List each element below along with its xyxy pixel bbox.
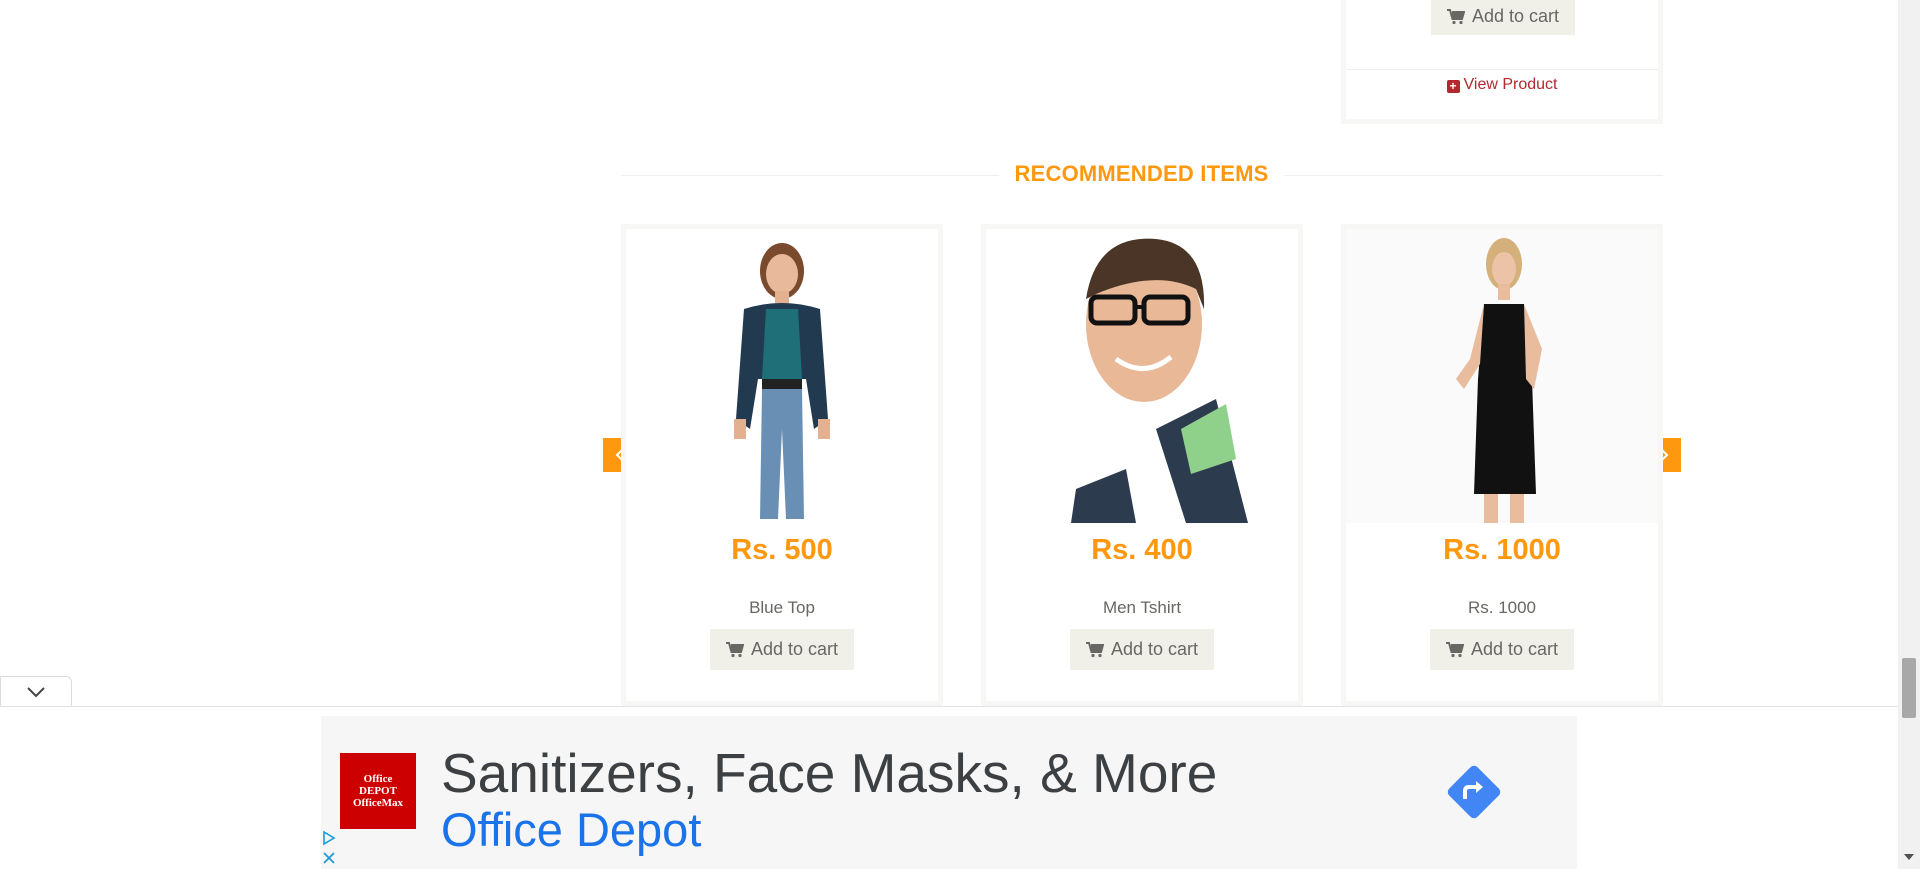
scrollbar-thumb[interactable] (1902, 658, 1916, 718)
shopping-cart-icon (725, 641, 744, 657)
product-price: Rs. 400 (1091, 534, 1193, 566)
recommended-product-card: Rs. 500 Blue Top Add to cart (621, 224, 943, 706)
recommended-items-heading: RECOMMENDED ITEMS (1014, 161, 1269, 186)
shopping-cart-icon (1085, 641, 1104, 657)
heading-line-left (621, 175, 999, 176)
shopping-cart-icon (1445, 641, 1464, 657)
close-icon[interactable] (321, 850, 337, 866)
add-to-cart-button[interactable]: Add to cart (710, 629, 854, 670)
add-to-cart-label: Add to cart (1471, 6, 1560, 26)
page: Add to cart + View Product RECOMMENDED IT… (0, 0, 1920, 869)
product-price: Rs. 500 (731, 534, 833, 566)
product-price: Rs. 1000 (1443, 534, 1561, 566)
view-product-label: View Product (1463, 76, 1558, 93)
product-image-blue-top[interactable] (626, 229, 938, 523)
add-to-cart-label: Add to cart (1470, 639, 1559, 659)
product-image-men-tshirt[interactable] (986, 229, 1298, 523)
product-name: Blue Top (749, 598, 815, 617)
directions-arrow-icon[interactable] (1443, 761, 1505, 823)
ad-container: Office DEPOT OfficeMax Sanitizers, Face … (0, 707, 1898, 869)
adchoices-icon[interactable] (321, 830, 337, 846)
heading-line-right (1284, 175, 1663, 176)
add-to-cart-label: Add to cart (1110, 639, 1199, 659)
ad-collapse-button[interactable] (0, 676, 72, 706)
add-to-cart-button[interactable]: Add to cart (1431, 0, 1575, 35)
chevron-down-icon (27, 686, 45, 697)
ad-headline[interactable]: Sanitizers, Face Masks, & More (441, 741, 1217, 805)
ad-banner[interactable]: Office DEPOT OfficeMax Sanitizers, Face … (321, 716, 1577, 869)
product-card-partial: Add to cart + View Product (1341, 0, 1663, 124)
scroll-down-arrow-icon[interactable] (1903, 852, 1915, 862)
card-divider (1346, 69, 1658, 70)
product-image-dress[interactable] (1346, 229, 1658, 523)
recommended-product-card: Rs. 1000 Rs. 1000 Add to cart (1341, 224, 1663, 706)
ad-brand-link[interactable]: Office Depot (441, 802, 701, 857)
shopping-cart-icon (1446, 8, 1465, 24)
office-depot-logo[interactable]: Office DEPOT OfficeMax (340, 753, 416, 829)
product-name: Men Tshirt (1102, 598, 1182, 617)
product-name: Rs. 1000 (1467, 598, 1537, 617)
recommended-product-card: Rs. 400 Men Tshirt Add to cart (981, 224, 1303, 706)
add-to-cart-button[interactable]: Add to cart (1070, 629, 1214, 670)
add-to-cart-button[interactable]: Add to cart (1430, 629, 1574, 670)
ad-logo-text: Office DEPOT OfficeMax (352, 773, 404, 809)
scrollbar[interactable] (1898, 0, 1920, 869)
plus-square-icon: + (1446, 80, 1460, 93)
view-product-link[interactable]: + View Product (1346, 76, 1658, 94)
add-to-cart-label: Add to cart (750, 639, 839, 659)
